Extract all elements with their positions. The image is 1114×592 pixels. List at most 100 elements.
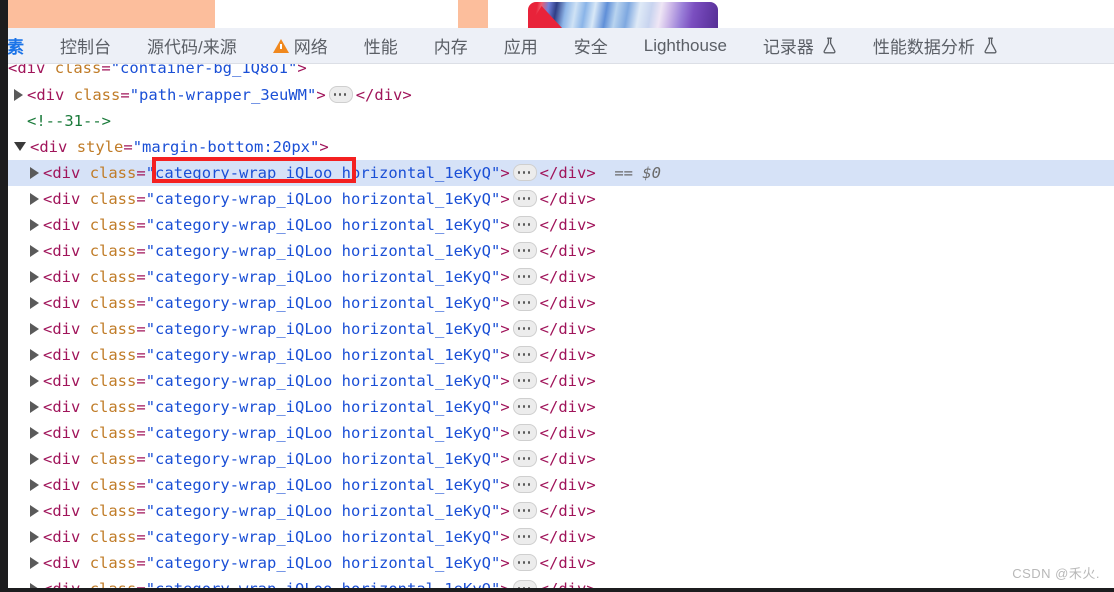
- expand-triangle-icon[interactable]: [30, 426, 39, 439]
- collapsed-children-icon[interactable]: [512, 528, 537, 545]
- bracket-close: >: [500, 528, 510, 546]
- dom-row-category-wrap[interactable]: <div class="category-wrap_iQLoo horizont…: [0, 264, 1114, 290]
- attr-value: "category-wrap_iQLoo horizontal_1eKyQ": [145, 450, 501, 468]
- collapsed-children-icon[interactable]: [512, 216, 537, 233]
- dom-row-category-wrap[interactable]: <div class="category-wrap_iQLoo horizont…: [0, 394, 1114, 420]
- collapsed-children-icon[interactable]: [512, 346, 537, 363]
- dom-row-category-wrap[interactable]: <div class="category-wrap_iQLoo horizont…: [0, 498, 1114, 524]
- tag-name-end: div: [558, 346, 587, 364]
- equals: =: [136, 398, 146, 416]
- expand-triangle-icon[interactable]: [30, 192, 39, 205]
- equals: =: [136, 554, 146, 572]
- bracket-open: <: [8, 64, 18, 77]
- tab-6[interactable]: 应用: [486, 28, 556, 64]
- dom-row-category-wrap[interactable]: <div class="category-wrap_iQLoo horizont…: [0, 472, 1114, 498]
- collapse-triangle-icon[interactable]: [14, 142, 26, 151]
- bracket-close: >: [500, 320, 510, 338]
- expand-triangle-icon[interactable]: [30, 296, 39, 309]
- tab-4[interactable]: 性能: [346, 28, 416, 64]
- tag-name: div: [36, 86, 65, 104]
- dom-row-category-wrap[interactable]: <div class="category-wrap_iQLoo horizont…: [0, 212, 1114, 238]
- dom-row-category-wrap[interactable]: <div class="category-wrap_iQLoo horizont…: [0, 446, 1114, 472]
- expand-triangle-icon[interactable]: [30, 374, 39, 387]
- bracket-open: <: [43, 242, 53, 260]
- flask-icon: [822, 37, 837, 54]
- tab-8[interactable]: Lighthouse: [626, 28, 745, 64]
- collapsed-children-icon[interactable]: [512, 476, 537, 493]
- dom-row-partial-top[interactable]: <div class="container-bg_1Q8o1">: [0, 64, 1114, 82]
- bracket-open-end: </: [539, 320, 559, 338]
- bracket-close-end: >: [402, 86, 412, 104]
- expand-triangle-icon[interactable]: [30, 400, 39, 413]
- webpage-strip: [0, 0, 1114, 28]
- dom-row-category-wrap[interactable]: <div class="category-wrap_iQLoo horizont…: [0, 368, 1114, 394]
- bracket-open-end: </: [539, 294, 559, 312]
- tag-name: div: [52, 372, 81, 390]
- flask-icon: [983, 37, 998, 54]
- expand-triangle-icon[interactable]: [30, 530, 39, 543]
- bracket-open: <: [27, 86, 37, 104]
- tab-5[interactable]: 内存: [416, 28, 486, 64]
- expand-triangle-icon[interactable]: [30, 556, 39, 569]
- bracket-open-end: </: [539, 164, 559, 182]
- expand-triangle-icon[interactable]: [30, 504, 39, 517]
- dom-row-style-div[interactable]: <div style="margin-bottom:20px">: [0, 134, 1114, 160]
- tag-name-end: div: [558, 502, 587, 520]
- left-edge-rail: [0, 0, 8, 592]
- dom-row-category-wrap[interactable]: <div class="category-wrap_iQLoo horizont…: [0, 316, 1114, 342]
- dom-row-path-wrapper[interactable]: <div class="path-wrapper_3euWM"> </div>: [0, 82, 1114, 108]
- expand-triangle-icon[interactable]: [30, 166, 39, 179]
- tag-name-end: div: [558, 554, 587, 572]
- collapsed-children-icon[interactable]: [512, 502, 537, 519]
- collapsed-children-icon[interactable]: [512, 294, 537, 311]
- expand-triangle-icon[interactable]: [30, 322, 39, 335]
- tab-3[interactable]: 网络: [255, 28, 346, 64]
- collapsed-children-icon[interactable]: [512, 190, 537, 207]
- dom-row-category-wrap[interactable]: <div class="category-wrap_iQLoo horizont…: [0, 238, 1114, 264]
- attr-value: "category-wrap_iQLoo horizontal_1eKyQ": [145, 190, 501, 208]
- dom-row-comment[interactable]: <!--31-->: [0, 108, 1114, 134]
- expand-triangle-icon[interactable]: [30, 270, 39, 283]
- tag-name: div: [52, 216, 81, 234]
- bracket-open-end: </: [539, 398, 559, 416]
- bracket-open: <: [43, 164, 53, 182]
- dom-row-category-wrap[interactable]: <div class="category-wrap_iQLoo horizont…: [0, 290, 1114, 316]
- tab-1[interactable]: 控制台: [42, 28, 129, 64]
- collapsed-children-icon[interactable]: [512, 268, 537, 285]
- dom-row-category-wrap[interactable]: <div class="category-wrap_iQLoo horizont…: [0, 342, 1114, 368]
- tab-10[interactable]: 性能数据分析: [855, 28, 1016, 64]
- bracket-close-end: >: [586, 450, 596, 468]
- collapsed-children-icon[interactable]: [512, 242, 537, 259]
- expand-triangle-icon[interactable]: [30, 478, 39, 491]
- tag-name: div: [52, 164, 81, 182]
- tab-9[interactable]: 记录器: [745, 28, 855, 64]
- tab-2[interactable]: 源代码/来源: [129, 28, 255, 64]
- attr-name: class: [89, 554, 137, 572]
- dom-row-category-wrap[interactable]: <div class="category-wrap_iQLoo horizont…: [0, 550, 1114, 576]
- collapsed-children-icon[interactable]: [328, 86, 353, 103]
- tab-label: Lighthouse: [643, 35, 727, 55]
- dom-row-category-wrap[interactable]: <div class="category-wrap_iQLoo horizont…: [0, 420, 1114, 446]
- collapsed-children-icon[interactable]: [512, 372, 537, 389]
- tab-label: 性能: [363, 38, 398, 57]
- expand-triangle-icon[interactable]: [14, 88, 23, 101]
- collapsed-children-icon[interactable]: [512, 320, 537, 337]
- peach-banner-right: [458, 0, 488, 28]
- expand-triangle-icon[interactable]: [30, 348, 39, 361]
- collapsed-children-icon[interactable]: [512, 424, 537, 441]
- bracket-open: <: [43, 450, 53, 468]
- expand-triangle-icon[interactable]: [30, 218, 39, 231]
- dom-row-category-wrap[interactable]: <div class="category-wrap_iQLoo horizont…: [0, 524, 1114, 550]
- devtools-tabbar[interactable]: 元素控制台源代码/来源网络性能内存应用安全Lighthouse记录器性能数据分析: [0, 28, 1114, 64]
- expand-triangle-icon[interactable]: [30, 244, 39, 257]
- expand-triangle-icon[interactable]: [30, 452, 39, 465]
- collapsed-children-icon[interactable]: [512, 450, 537, 467]
- dom-tree-panel[interactable]: <div class="container-bg_1Q8o1"> <div cla…: [0, 64, 1114, 592]
- collapsed-children-icon[interactable]: [512, 554, 537, 571]
- tab-7[interactable]: 安全: [556, 28, 626, 64]
- dom-row-category-wrap[interactable]: <div class="category-wrap_iQLoo horizont…: [0, 186, 1114, 212]
- dom-row-category-wrap[interactable]: <div class="category-wrap_iQLoo horizont…: [0, 160, 1114, 186]
- collapsed-children-icon[interactable]: [512, 164, 537, 181]
- equals: =: [136, 528, 146, 546]
- collapsed-children-icon[interactable]: [512, 398, 537, 415]
